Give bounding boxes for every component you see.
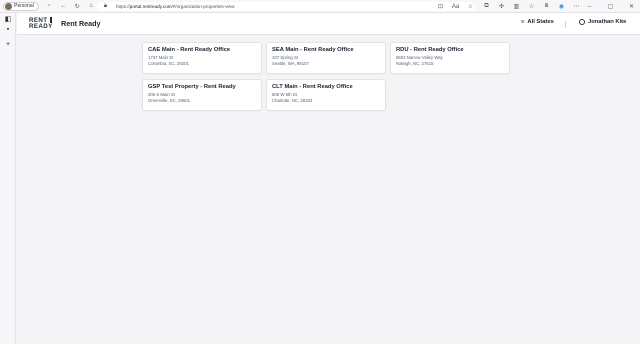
rent-ready-logo[interactable]: RENT READY — [29, 17, 55, 31]
browser-side-rail: ◧ ▪ + — [0, 13, 16, 344]
extension-icon[interactable]: ⧉ — [482, 2, 491, 11]
tab-favicon-icon[interactable]: ▪ — [0, 24, 16, 35]
property-title: SEA Main - Rent Ready Office — [272, 47, 354, 53]
address-bar[interactable]: 🔒︎ https://portal.rentready.com/#/organi… — [97, 2, 475, 11]
new-tab-icon[interactable]: + — [0, 39, 16, 50]
property-city: Columbia, SC, 29201 — [148, 60, 189, 66]
puzzle-icon[interactable]: ✣ — [497, 2, 506, 11]
property-card[interactable]: GSP Test Property - Rent Ready 206 S Mai… — [142, 79, 262, 111]
property-card[interactable]: SEA Main - Rent Ready Office 107 Spring … — [266, 42, 386, 74]
url-text: https://portal.rentready.com/#/organizat… — [116, 4, 235, 9]
property-card[interactable]: CAE Main - Rent Ready Office 1737 Main S… — [142, 42, 262, 74]
read-aloud-icon[interactable]: Aa — [451, 2, 460, 11]
header-divider — [565, 21, 566, 28]
states-filter-label: All States — [527, 19, 554, 25]
browser-extensions: ⧉ ✣ ▥ ☆ ⧈ ◉ ⋯ — [482, 2, 581, 11]
sidebar-toggle-icon[interactable]: ◧ — [0, 13, 16, 24]
profile-label: Personal — [14, 3, 34, 9]
back-icon[interactable]: ← — [59, 2, 68, 11]
property-title: CAE Main - Rent Ready Office — [148, 47, 231, 53]
collections-icon[interactable]: ⧈ — [542, 2, 551, 11]
property-title: CLT Main - Rent Ready Office — [272, 84, 353, 90]
favorites-icon[interactable]: ☆ — [527, 2, 536, 11]
window-controls: – ▢ ✕ — [585, 2, 636, 11]
refresh-icon[interactable]: ↻ — [73, 2, 82, 11]
user-icon — [579, 19, 585, 25]
profile-button[interactable]: Personal — [3, 1, 39, 11]
minimize-icon[interactable]: – — [585, 2, 594, 11]
user-name: Jonathan Kite — [588, 19, 627, 25]
split-screen-icon[interactable]: ▥ — [512, 2, 521, 11]
property-title: GSP Test Property - Rent Ready — [148, 84, 236, 90]
property-city: Seattle, WA, 98107 — [272, 60, 309, 66]
property-city: Greenville, SC, 29601 — [148, 97, 191, 103]
app-header: RENT READY Rent Ready ≡ All States Jonat… — [17, 13, 640, 35]
maximize-icon[interactable]: ▢ — [606, 2, 615, 11]
lock-icon: 🔒︎ — [103, 3, 108, 9]
user-menu-button[interactable]: Jonathan Kite — [579, 19, 626, 25]
app-available-icon[interactable]: ⊡ — [436, 2, 445, 11]
profile-avatar — [5, 2, 12, 10]
favorite-star-icon[interactable]: ☆ — [466, 2, 475, 11]
close-icon[interactable]: ✕ — [627, 2, 636, 11]
address-bar-actions: ⊡ Aa ☆ — [436, 2, 475, 11]
property-card[interactable]: RDU - Rent Ready Office 6503 Narrow Vall… — [390, 42, 510, 74]
brand-title: Rent Ready — [61, 19, 101, 28]
filter-icon: ≡ — [521, 19, 525, 25]
property-city: Raleigh, NC, 27615 — [396, 60, 434, 66]
states-filter-button[interactable]: ≡ All States — [521, 19, 554, 25]
property-city: Charlotte, NC, 28202 — [272, 97, 313, 103]
property-title: RDU - Rent Ready Office — [396, 47, 464, 53]
copilot-icon[interactable]: ◉ — [557, 2, 566, 11]
more-icon[interactable]: ⋯ — [572, 2, 581, 11]
home-icon[interactable]: ⌂ — [87, 2, 96, 11]
property-card[interactable]: CLT Main - Rent Ready Office 506 W 5th S… — [266, 79, 386, 111]
tab-actions-icon[interactable]: ▫ — [45, 2, 54, 11]
